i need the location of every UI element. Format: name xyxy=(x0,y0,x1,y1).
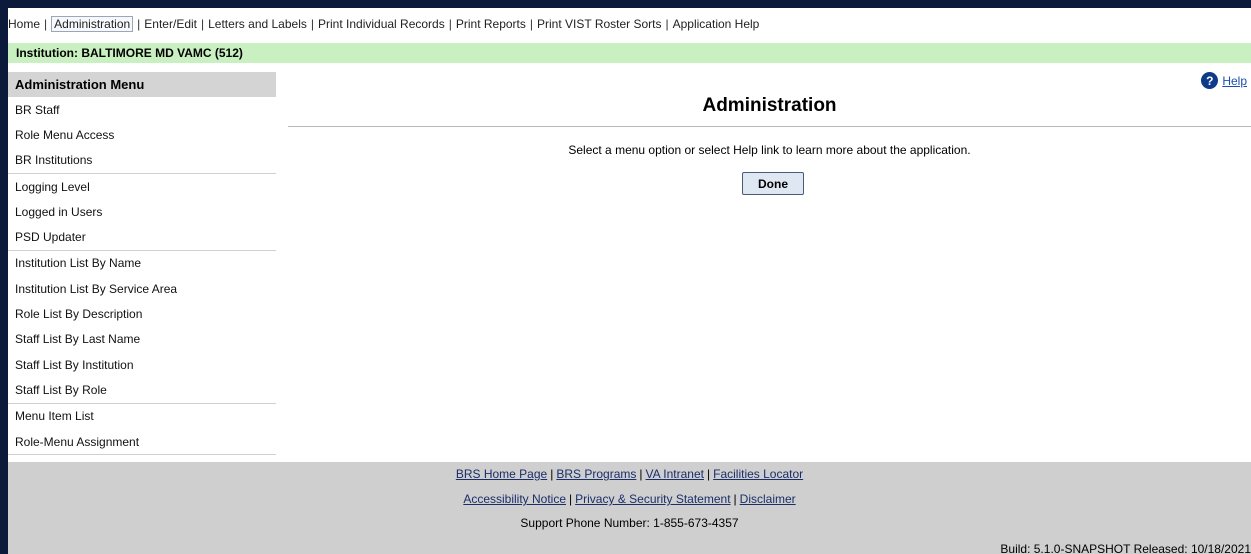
sidebar-item-staff-list-by-institution[interactable]: Staff List By Institution xyxy=(8,352,276,377)
build-info: Build: 5.1.0-SNAPSHOT Released: 10/18/20… xyxy=(1000,542,1251,554)
nav-separator: | xyxy=(44,17,48,31)
nav-letters-and-labels[interactable]: Letters and Labels xyxy=(208,17,307,31)
institution-label: Institution: BALTIMORE MD VAMC (512) xyxy=(16,46,243,60)
nav-print-reports[interactable]: Print Reports xyxy=(456,17,526,31)
sidebar-item-psd-updater[interactable]: PSD Updater xyxy=(8,224,276,249)
page-title: Administration xyxy=(702,95,837,116)
nav-separator: | xyxy=(310,17,314,31)
institution-bar: Institution: BALTIMORE MD VAMC (512) xyxy=(8,43,1251,63)
nav-enter-edit[interactable]: Enter/Edit xyxy=(144,17,197,31)
nav-application-help[interactable]: Application Help xyxy=(673,17,760,31)
nav-administration[interactable]: Administration xyxy=(51,16,134,32)
sidebar-group: Logging Level Logged in Users PSD Updater xyxy=(8,174,276,251)
window-frame-left xyxy=(0,0,8,554)
sidebar-item-institution-list-by-name[interactable]: Institution List By Name xyxy=(8,251,276,276)
done-button[interactable]: Done xyxy=(742,172,804,195)
footer-separator: | xyxy=(706,467,711,481)
sidebar-menu: BR Staff Role Menu Access BR Institutions L… xyxy=(8,97,276,456)
footer-separator: | xyxy=(733,492,737,506)
sidebar-group: Menu Item List Role-Menu Assignment xyxy=(8,404,276,456)
sidebar-item-institution-list-by-service-area[interactable]: Institution List By Service Area xyxy=(8,276,276,301)
nav-separator: | xyxy=(201,17,205,31)
sidebar-item-br-staff[interactable]: BR Staff xyxy=(8,97,276,122)
nav-separator: | xyxy=(448,17,452,31)
footer-separator: | xyxy=(550,467,554,481)
nav-separator: | xyxy=(137,17,141,31)
sidebar-item-staff-list-by-role[interactable]: Staff List By Role xyxy=(8,377,276,402)
footer-link-brs-home-page[interactable]: BRS Home Page xyxy=(456,467,547,481)
footer-separator: | xyxy=(569,492,573,506)
top-navigation: Home | Administration | Enter/Edit | Letters a… xyxy=(8,14,759,34)
sidebar-item-role-list-by-description[interactable]: Role List By Description xyxy=(8,301,276,326)
help-area: ? Help xyxy=(1201,72,1251,89)
sidebar-group: BR Staff Role Menu Access BR Institutions xyxy=(8,97,276,174)
footer-links-secondary: Accessibility Notice | Privacy & Security … xyxy=(8,492,1251,506)
sidebar-item-logging-level[interactable]: Logging Level xyxy=(8,174,276,199)
footer-link-brs-programs[interactable]: BRS Programs xyxy=(556,467,636,481)
instruction-message: Select a menu option or select Help link… xyxy=(568,143,971,157)
window-frame-top xyxy=(0,0,1251,8)
sidebar-header: Administration Menu xyxy=(8,72,276,97)
sidebar-item-br-institutions[interactable]: BR Institutions xyxy=(8,148,276,173)
nav-separator: | xyxy=(529,17,534,31)
footer-link-facilities-locator[interactable]: Facilities Locator xyxy=(713,467,803,481)
footer-link-disclaimer[interactable]: Disclaimer xyxy=(740,492,796,506)
help-link[interactable]: Help xyxy=(1222,74,1247,88)
sidebar-group: Institution List By Name Institution List… xyxy=(8,251,276,404)
sidebar-item-role-menu-assignment[interactable]: Role-Menu Assignment xyxy=(8,429,276,454)
nav-home[interactable]: Home xyxy=(8,17,40,31)
administration-sidebar: Administration Menu BR Staff Role Menu Ac… xyxy=(8,72,276,456)
sidebar-item-logged-in-users[interactable]: Logged in Users xyxy=(8,199,276,224)
page-footer: BRS Home Page | BRS Programs | VA Intranet | F… xyxy=(8,462,1251,554)
footer-separator: | xyxy=(639,467,643,481)
footer-link-va-intranet[interactable]: VA Intranet xyxy=(646,467,704,481)
nav-separator: | xyxy=(665,17,669,31)
done-button-container: Done xyxy=(742,172,804,195)
footer-link-accessibility-notice[interactable]: Accessibility Notice xyxy=(463,492,566,506)
footer-link-privacy-security-statement[interactable]: Privacy & Security Statement xyxy=(575,492,730,506)
sidebar-item-menu-item-list[interactable]: Menu Item List xyxy=(8,404,276,429)
nav-print-vist-roster-sorts[interactable]: Print VIST Roster Sorts xyxy=(537,17,661,31)
question-icon[interactable]: ? xyxy=(1201,72,1219,89)
sidebar-item-staff-list-by-last-name[interactable]: Staff List By Last Name xyxy=(8,327,276,352)
sidebar-item-role-menu-access[interactable]: Role Menu Access xyxy=(8,122,276,147)
title-divider xyxy=(288,126,1251,127)
nav-print-individual-records[interactable]: Print Individual Records xyxy=(318,17,445,31)
support-phone: Support Phone Number: 1-855-673-4357 xyxy=(520,516,739,530)
footer-links-primary: BRS Home Page | BRS Programs | VA Intranet | F… xyxy=(8,467,1251,481)
